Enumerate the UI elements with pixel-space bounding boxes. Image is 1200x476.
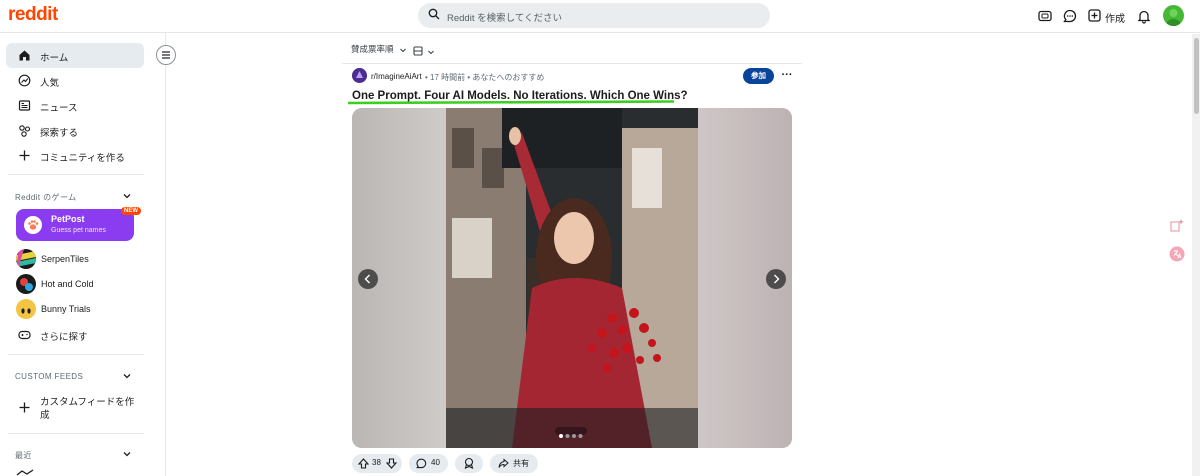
petpost-game-card[interactable]: PetPost Guess pet names [16, 209, 134, 241]
chat-icon[interactable] [1062, 8, 1078, 24]
plus-icon [19, 150, 30, 161]
chevron-down-icon [428, 50, 435, 55]
sidebar-item-label: カスタムフィードを作成 [40, 397, 135, 421]
search-input[interactable]: Reddit を検索してください [418, 3, 770, 28]
sidebar-item-label: ニュース [40, 103, 78, 114]
feed-divider [342, 63, 802, 64]
game-label: SerpenTiles [41, 254, 89, 264]
petpost-title: PetPost [51, 214, 85, 224]
join-button[interactable]: 参加 [743, 68, 774, 84]
card-view-icon [413, 46, 423, 56]
page-scrollbar[interactable] [1192, 34, 1200, 476]
search-placeholder: Reddit を検索してください [447, 13, 563, 24]
chevron-left-icon [364, 274, 370, 284]
hot-and-cold-icon [16, 274, 36, 294]
share-button[interactable]: 共有 [490, 454, 538, 473]
create-label: 作成 [1105, 14, 1125, 25]
chevron-down-icon[interactable] [122, 191, 132, 201]
news-icon [18, 100, 31, 111]
translate-extension-icon[interactable] [1169, 246, 1185, 262]
bunny-trials-icon [16, 299, 36, 319]
sidebar-divider [8, 174, 144, 175]
gallery-prev-button[interactable] [358, 269, 378, 289]
recent-community-icon[interactable] [16, 469, 34, 476]
top-header: reddit Reddit を検索してください 作成 [0, 0, 1200, 33]
games-section-heading[interactable]: Reddit のゲーム [15, 192, 77, 203]
sidebar-item-create-community[interactable]: コミュニティを作る [6, 143, 144, 168]
sidebar-item-popular[interactable]: 人気 [6, 68, 144, 93]
view-toggle-dropdown[interactable] [413, 43, 435, 61]
sort-dropdown[interactable]: 賛成票率順 [351, 43, 407, 55]
comment-count: 40 [431, 458, 440, 467]
search-icon [428, 8, 440, 20]
sidebar-divider [8, 433, 144, 434]
plus-box-icon [1088, 9, 1101, 22]
highlight-underline [348, 100, 674, 105]
subreddit-link[interactable]: r/ImagineAiArt [371, 72, 422, 81]
sidebar-item-home[interactable]: ホーム [6, 43, 144, 68]
downvote-icon[interactable] [386, 458, 397, 469]
user-avatar[interactable] [1163, 5, 1184, 26]
game-label: Bunny Trials [41, 304, 91, 314]
scrollbar-thumb[interactable] [1193, 38, 1199, 114]
share-icon [498, 458, 509, 468]
vote-count: 38 [372, 458, 381, 467]
notification-bell-icon[interactable] [1136, 8, 1152, 24]
sidebar-item-label: コミュニティを作る [40, 153, 125, 164]
sidebar-item-news[interactable]: ニュース [6, 93, 144, 118]
vote-bar: 38 [352, 454, 402, 473]
image-gallery[interactable] [352, 108, 792, 448]
petpost-subtitle: Guess pet names [51, 227, 106, 234]
left-sidebar: ホーム 人気 ニュース 探索する コミュニティを作る Reddit のゲーム P… [0, 33, 166, 476]
custom-feeds-heading[interactable]: CUSTOM FEEDS [15, 372, 83, 381]
sidebar-item-more-games[interactable]: さらに探す [6, 322, 144, 347]
plus-icon [19, 402, 30, 413]
sidebar-item-label: 人気 [40, 78, 60, 89]
sidebar-item-label: ホーム [40, 53, 69, 64]
recent-heading[interactable]: 最近 [15, 450, 32, 461]
award-icon [464, 457, 474, 469]
award-button[interactable] [455, 454, 483, 473]
home-icon [19, 50, 30, 61]
explore-icon [19, 125, 31, 137]
comment-icon [416, 458, 427, 469]
sort-label: 賛成票率順 [351, 44, 394, 54]
sidebar-item-explore[interactable]: 探索する [6, 118, 144, 143]
chevron-down-icon[interactable] [122, 449, 132, 459]
gallery-next-button[interactable] [766, 269, 786, 289]
serpentiles-icon [16, 249, 36, 269]
collapse-sidebar-button[interactable] [156, 45, 176, 65]
gamepad-icon [18, 330, 31, 340]
post-image [352, 108, 792, 448]
new-badge: NEW [121, 207, 141, 215]
sidebar-item-bunny-trials[interactable]: Bunny Trials [16, 299, 136, 319]
menu-icon [162, 51, 170, 59]
reddit-logo[interactable]: reddit [8, 4, 58, 26]
share-label: 共有 [513, 459, 529, 468]
advertise-icon[interactable] [1037, 8, 1053, 24]
chevron-down-icon [400, 48, 406, 53]
sidebar-item-hot-and-cold[interactable]: Hot and Cold [16, 274, 136, 294]
game-label: Hot and Cold [41, 279, 94, 289]
sidebar-item-label: 探索する [40, 128, 79, 139]
gallery-pagination-dots[interactable] [555, 427, 587, 438]
paw-icon [24, 216, 42, 234]
popular-icon [18, 74, 31, 87]
sidebar-divider [8, 354, 144, 355]
chevron-right-icon [774, 274, 780, 284]
more-options-button[interactable]: ··· [780, 68, 794, 84]
sidebar-item-serpentiles[interactable]: SerpenTiles [16, 249, 136, 269]
sparkle-extension-icon[interactable] [1169, 218, 1185, 234]
sidebar-item-label: さらに探す [40, 332, 88, 343]
upvote-icon[interactable] [358, 458, 369, 469]
post-time: • 17 時間前 • あなたへのおすすめ [425, 73, 545, 82]
subreddit-avatar[interactable] [352, 68, 367, 83]
chevron-down-icon[interactable] [122, 371, 132, 381]
comments-button[interactable]: 40 [409, 454, 448, 473]
sidebar-item-create-custom-feed[interactable]: カスタムフィードを作成 [6, 393, 144, 423]
